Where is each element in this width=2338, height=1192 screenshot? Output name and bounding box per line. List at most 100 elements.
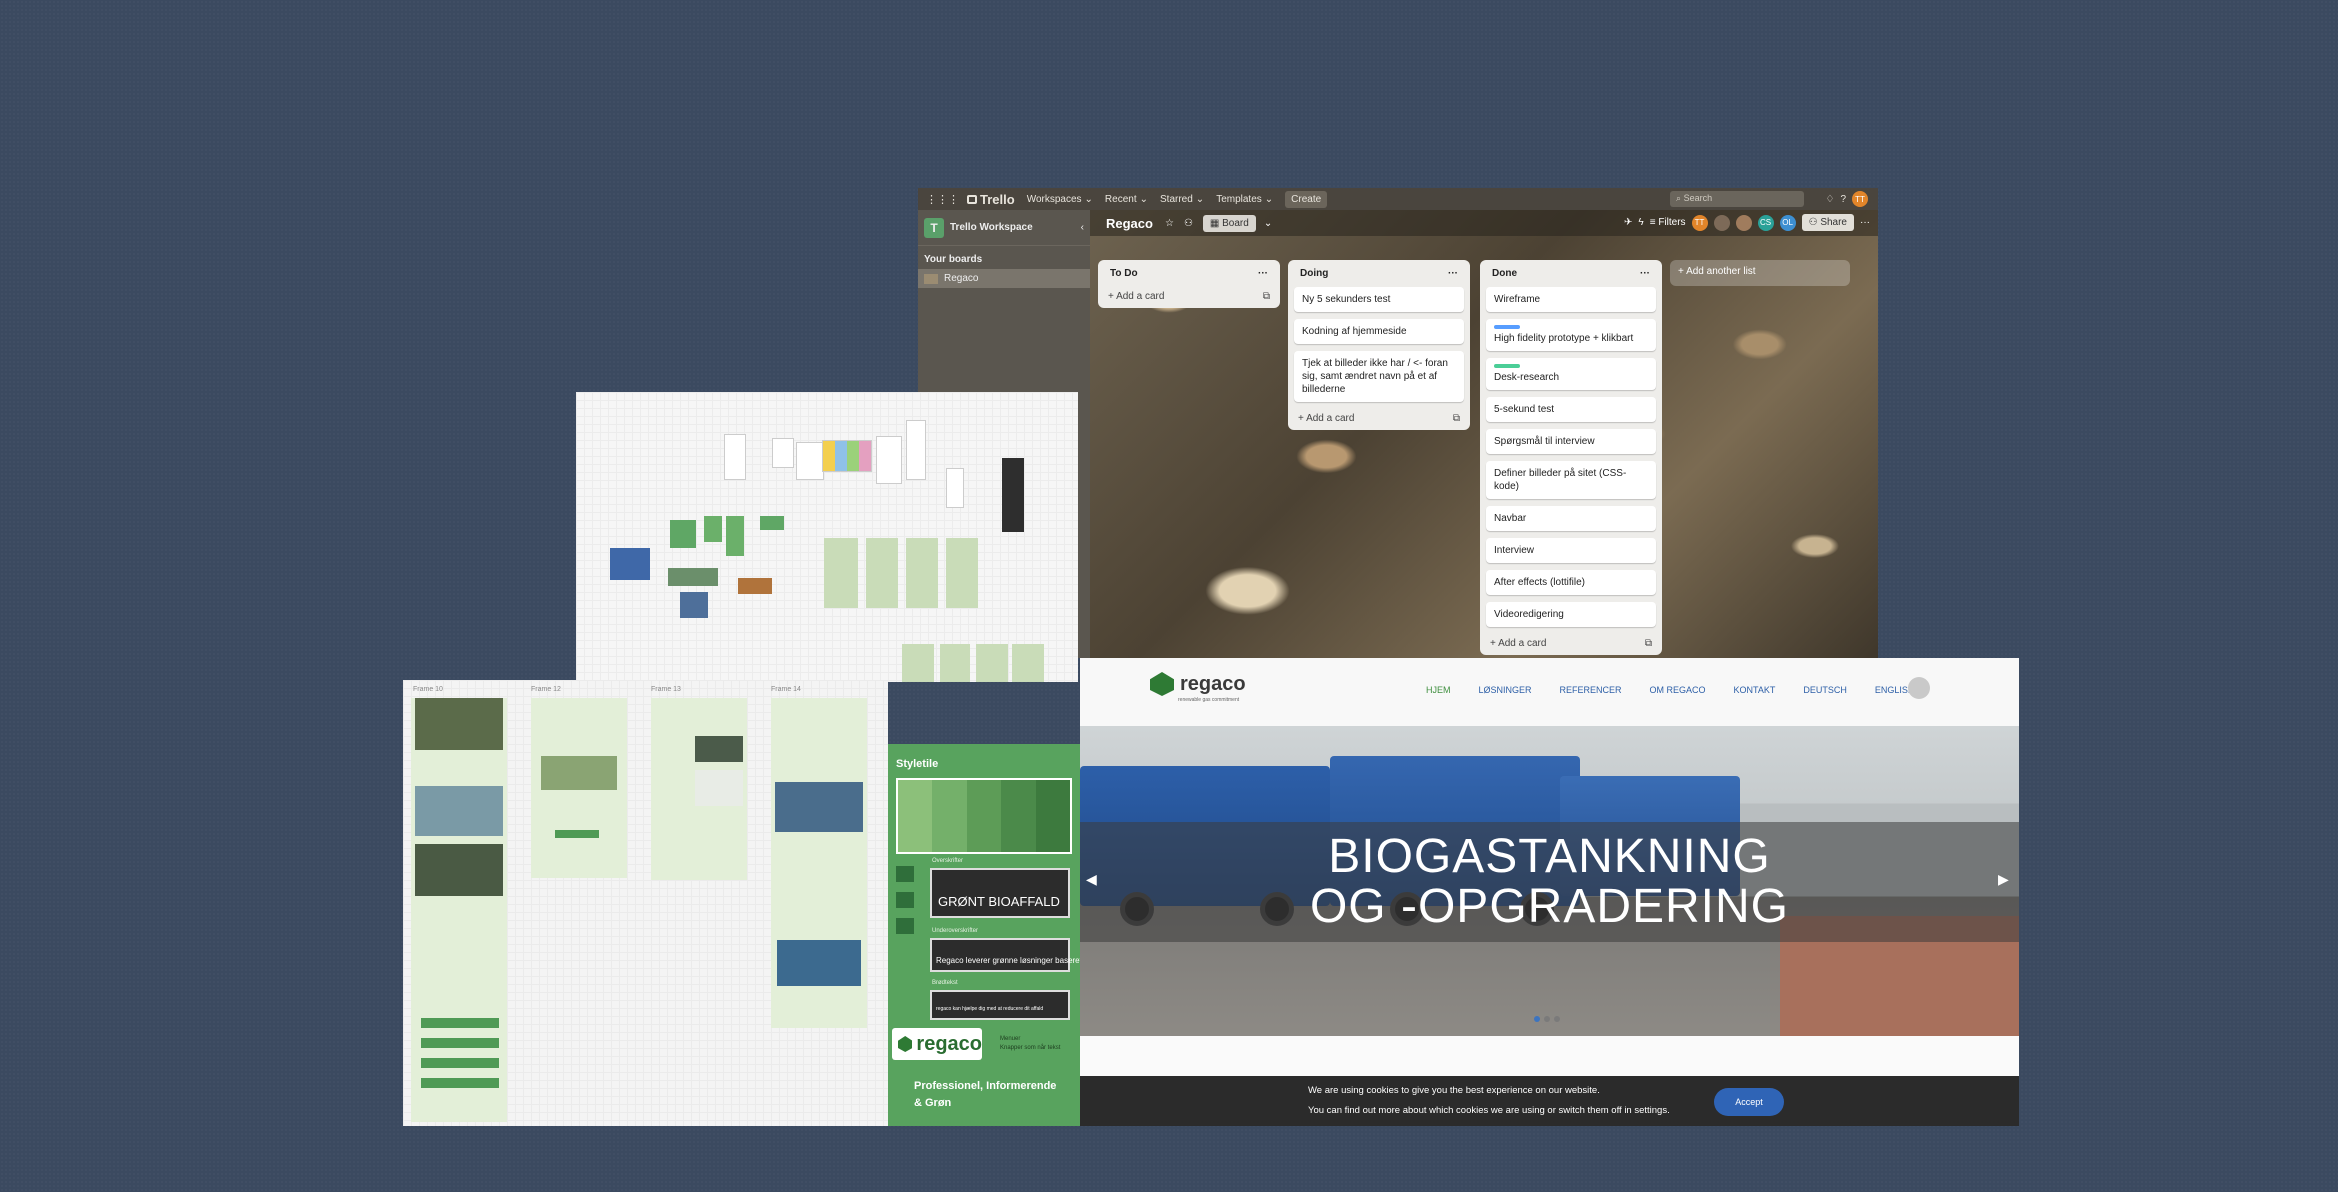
template-icon[interactable]: ⧉ xyxy=(1645,638,1652,649)
list-title[interactable]: Doing xyxy=(1300,268,1328,279)
frame-label: Frame 12 xyxy=(531,686,561,693)
card[interactable]: Ny 5 sekunders test xyxy=(1294,287,1464,312)
accept-cookies-button[interactable]: Accept xyxy=(1714,1088,1784,1116)
notification-icon[interactable]: ♢ xyxy=(1825,194,1834,205)
list-menu-icon[interactable]: ··· xyxy=(1448,268,1458,279)
chevron-down-icon: ⌄ xyxy=(1084,193,1093,205)
card[interactable]: Interview xyxy=(1486,538,1656,563)
table-thumbnail xyxy=(796,442,824,480)
add-card-button[interactable]: + Add a card xyxy=(1298,413,1354,424)
menu-item-losninger[interactable]: LØSNINGER xyxy=(1479,685,1532,695)
templates-menu[interactable]: Templates ⌄ xyxy=(1216,194,1273,205)
workspaces-menu[interactable]: Workspaces ⌄ xyxy=(1027,194,1093,205)
image-thumbnail xyxy=(738,578,772,594)
card[interactable]: High fidelity prototype + klikbart xyxy=(1486,319,1656,351)
frame-label: Frame 10 xyxy=(413,686,443,693)
document-thumbnail xyxy=(876,436,902,484)
add-card-button[interactable]: + Add a card xyxy=(1108,291,1164,302)
create-button[interactable]: Create xyxy=(1285,190,1328,208)
next-slide-icon[interactable]: ▶ xyxy=(1998,871,2012,893)
board-header: Regaco ☆ ⚇ ▦ Board ⌄ ✈ ϟ ≡ Filters TT CS… xyxy=(1090,210,1878,236)
wireframe-frame xyxy=(411,698,507,1122)
template-icon[interactable]: ⧉ xyxy=(1453,413,1460,424)
apps-grid-icon[interactable]: ⋮⋮⋮ xyxy=(926,193,959,206)
wireframe-thumbnail xyxy=(824,538,858,608)
frame-label: Frame 14 xyxy=(771,686,801,693)
sidebar-item-regaco[interactable]: Regaco xyxy=(918,269,1090,288)
regaco-leaf-icon xyxy=(898,1036,913,1052)
list-title[interactable]: To Do xyxy=(1110,268,1138,279)
card-label xyxy=(1494,364,1520,368)
user-avatar[interactable]: TT xyxy=(1852,191,1868,207)
board-view-button[interactable]: ▦ Board xyxy=(1202,214,1256,232)
card[interactable]: Spørgsmål til interview xyxy=(1486,429,1656,454)
board-canvas: Regaco ☆ ⚇ ▦ Board ⌄ ✈ ϟ ≡ Filters TT CS… xyxy=(1090,210,1878,658)
regaco-leaf-icon xyxy=(1150,672,1174,696)
board-title[interactable]: Regaco xyxy=(1106,216,1153,231)
wireframe-frame xyxy=(651,698,747,880)
collapse-sidebar-icon[interactable]: ‹ xyxy=(1081,222,1084,233)
site-logo[interactable]: regaco renewable gas commitment xyxy=(1150,672,1246,703)
workspace-header[interactable]: T Trello Workspace ‹ xyxy=(918,210,1090,246)
recent-menu[interactable]: Recent ⌄ xyxy=(1105,194,1148,205)
your-boards-heading: Your boards xyxy=(924,254,983,265)
chevron-down-icon: ⌄ xyxy=(1195,193,1205,205)
green-frame-thumbnail xyxy=(670,520,696,548)
workspace-name: Trello Workspace xyxy=(950,222,1033,233)
menu-item-kontakt[interactable]: KONTAKT xyxy=(1734,685,1776,695)
automation-icon[interactable]: ϟ xyxy=(1638,217,1643,228)
trello-logo[interactable]: Trello xyxy=(967,192,1015,207)
card[interactable]: Videoredigering xyxy=(1486,602,1656,627)
member-avatar[interactable]: TT xyxy=(1691,214,1708,231)
wireframe-thumbnail xyxy=(940,644,970,682)
card[interactable]: Tjek at billeder ikke har / <- foran sig… xyxy=(1294,351,1464,402)
body-sample: regaco kan hjælpe dig med at reducere di… xyxy=(930,990,1070,1020)
more-icon[interactable]: ··· xyxy=(1860,217,1870,228)
list-menu-icon[interactable]: ··· xyxy=(1258,268,1268,279)
cookie-settings-text[interactable]: You can find out more about which cookie… xyxy=(1308,1105,1670,1116)
list-to-do: To Do ··· + Add a card ⧉ xyxy=(1098,260,1280,308)
card[interactable]: Definer billeder på sitet (CSS-kode) xyxy=(1486,461,1656,499)
member-avatar[interactable]: CS xyxy=(1757,214,1774,231)
help-icon[interactable]: ? xyxy=(1840,194,1846,205)
card[interactable]: 5-sekund test xyxy=(1486,397,1656,422)
power-ups-icon[interactable]: ✈ xyxy=(1624,217,1632,228)
starred-menu[interactable]: Starred ⌄ xyxy=(1160,194,1204,205)
green-frame-thumbnail xyxy=(726,516,744,556)
card[interactable]: Desk-research xyxy=(1486,358,1656,390)
card[interactable]: After effects (lottifile) xyxy=(1486,570,1656,595)
filters-button[interactable]: ≡ Filters xyxy=(1650,217,1686,228)
template-icon[interactable]: ⧉ xyxy=(1263,291,1270,302)
slide-dot[interactable] xyxy=(1554,1016,1560,1022)
star-icon[interactable]: ☆ xyxy=(1165,218,1174,229)
card[interactable]: Kodning af hjemmeside xyxy=(1294,319,1464,344)
color-swatches xyxy=(896,778,1072,854)
frame-image xyxy=(695,736,743,762)
add-list-button[interactable]: + Add another list xyxy=(1670,260,1850,286)
frame-buttons xyxy=(421,1018,499,1088)
visibility-icon[interactable]: ⚇ xyxy=(1184,218,1193,229)
slide-dot[interactable] xyxy=(1534,1016,1540,1022)
menu-item-hjem[interactable]: HJEM xyxy=(1426,685,1451,695)
menu-item-deutsch[interactable]: DEUTSCH xyxy=(1803,685,1847,695)
add-card-button[interactable]: + Add a card xyxy=(1490,638,1546,649)
frame-image xyxy=(541,756,617,790)
prev-slide-icon[interactable]: ◀ xyxy=(1086,871,1100,893)
subheading-sample: Regaco leverer grønne løsninger baseret xyxy=(930,938,1082,972)
menu-item-referencer[interactable]: REFERENCER xyxy=(1560,685,1622,695)
member-avatar[interactable]: OL xyxy=(1779,214,1796,231)
document-thumbnail xyxy=(906,420,926,480)
list-menu-icon[interactable]: ··· xyxy=(1640,268,1650,279)
search-input[interactable]: ⌕ Search xyxy=(1670,191,1804,207)
member-avatar[interactable] xyxy=(1713,214,1730,231)
slide-dot[interactable] xyxy=(1544,1016,1550,1022)
member-avatar[interactable] xyxy=(1735,214,1752,231)
search-icon[interactable] xyxy=(1908,677,1930,699)
menu-item-om-regaco[interactable]: OM REGACO xyxy=(1650,685,1706,695)
list-title[interactable]: Done xyxy=(1492,268,1517,279)
frame-image xyxy=(777,940,861,986)
chevron-down-icon[interactable]: ⌄ xyxy=(1264,218,1272,229)
card[interactable]: Navbar xyxy=(1486,506,1656,531)
share-button[interactable]: ⚇ Share xyxy=(1801,214,1854,231)
card[interactable]: Wireframe xyxy=(1486,287,1656,312)
